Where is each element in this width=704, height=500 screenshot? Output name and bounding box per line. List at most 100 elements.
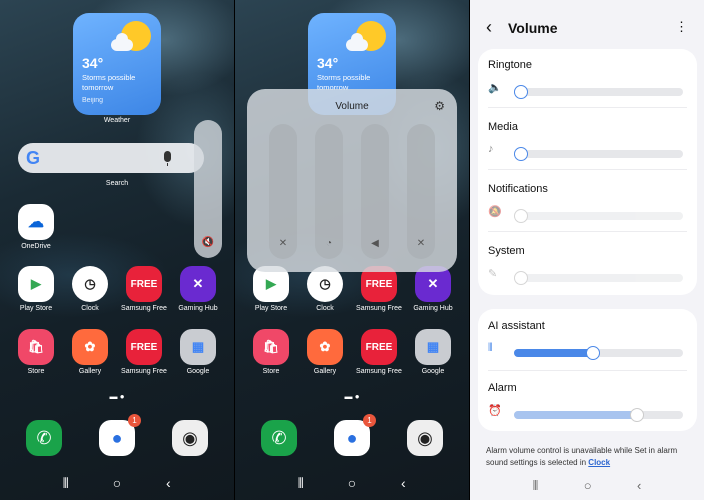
bell-off-icon: ◔	[325, 238, 333, 249]
ai-assistant-slider[interactable]	[514, 346, 683, 360]
messages-icon[interactable]: ● 1	[99, 414, 141, 456]
camera-icon[interactable]: ◉	[172, 420, 208, 456]
slider-fill	[514, 349, 594, 357]
cloud-icon	[346, 33, 368, 51]
slider-knob[interactable]	[514, 209, 528, 223]
notifications-row: Notifications 🔕	[488, 183, 687, 223]
gallery-flower-icon: ✿	[72, 329, 108, 365]
ai-assistant-row: AI assistant ⫴	[488, 320, 687, 360]
settings-navigation-bar: ⦀ ○ ‹	[470, 478, 704, 498]
app-play-store[interactable]: ▶ Play Store	[10, 266, 62, 312]
ringtone-row: Ringtone 🔈	[488, 59, 687, 99]
vibrate-icon: ✕	[278, 238, 288, 249]
weather-temp: 34°	[317, 55, 339, 71]
bell-off-icon: 🔕	[488, 206, 502, 218]
slider-knob[interactable]	[514, 85, 528, 99]
app-samsung-free[interactable]: FREE Samsung Free	[118, 266, 170, 312]
ringtone-slider[interactable]	[514, 85, 683, 99]
gear-icon[interactable]: ⚙	[434, 99, 445, 113]
app-samsung-free-2[interactable]: FREE Samsung Free	[353, 329, 405, 375]
volume-slider-ringtone[interactable]: ✕	[269, 124, 297, 259]
back-arrow-icon[interactable]: ‹	[486, 17, 492, 38]
app-gaming-hub[interactable]: ✕ Gaming Hub	[407, 266, 459, 312]
samsung-free-icon: FREE	[126, 266, 162, 302]
cloud-icon	[111, 33, 133, 51]
divider	[488, 169, 687, 170]
slider-knob[interactable]	[586, 346, 601, 360]
media-slider[interactable]	[514, 147, 683, 161]
app-clock[interactable]: ◷ Clock	[299, 266, 351, 312]
navigation-bar: ⦀ ○ ‹	[0, 475, 234, 495]
volume-settings-panel: ‹ Volume ⋮ Ringtone 🔈 Media ♪ Notificati…	[470, 0, 704, 500]
phone-icon[interactable]: ✆	[261, 420, 297, 456]
app-gallery[interactable]: ✿ Gallery	[299, 329, 351, 375]
google-folder-icon: ▦	[415, 329, 451, 365]
home-icon[interactable]: ○	[107, 475, 127, 495]
clock-link[interactable]: Clock	[588, 458, 610, 467]
page-indicator: ▬ ●	[344, 392, 360, 401]
back-icon[interactable]: ‹	[637, 478, 641, 498]
notifications-slider[interactable]	[514, 209, 683, 223]
mic-icon[interactable]	[164, 151, 171, 166]
phone-icon[interactable]: ✆	[26, 420, 62, 456]
app-google-folder[interactable]: ▦ Google	[407, 329, 459, 375]
back-icon[interactable]: ‹	[158, 475, 178, 495]
volume-slider-vertical[interactable]: ⋯ 🔇	[194, 120, 222, 258]
alarm-clock-icon: ⏰	[488, 405, 502, 417]
app-gaming-hub[interactable]: ✕ Gaming Hub	[172, 266, 224, 312]
volume-slider-notifications[interactable]: ◔	[315, 124, 343, 259]
app-store[interactable]: 🛍 Store	[245, 329, 297, 375]
app-google-folder[interactable]: ▦ Google	[172, 329, 224, 375]
search-bar[interactable]: G	[18, 143, 204, 173]
app-play-store[interactable]: ▶ Play Store	[245, 266, 297, 312]
vibrate-icon: 🔈	[488, 82, 502, 94]
app-store[interactable]: 🛍 Store	[10, 329, 62, 375]
back-icon[interactable]: ‹	[393, 475, 413, 495]
recents-icon[interactable]: ⦀	[533, 478, 539, 498]
slider-knob[interactable]	[514, 271, 528, 285]
mute-icon[interactable]: 🔇	[194, 237, 222, 248]
ai-assistant-label: AI assistant	[488, 320, 545, 332]
speaker-mute-icon: ◀	[371, 238, 379, 249]
weather-city: Beijing	[82, 97, 104, 104]
app-samsung-free[interactable]: FREE Samsung Free	[353, 266, 405, 312]
notifications-label: Notifications	[488, 183, 548, 195]
page-indicator: ▬ ●	[109, 392, 125, 401]
slider-knob[interactable]	[514, 147, 528, 161]
slider-fill	[514, 411, 638, 419]
volume-slider-system[interactable]: ✕	[407, 124, 435, 259]
alarm-info-note: Alarm volume control is unavailable whil…	[486, 446, 678, 467]
volume-slider-media[interactable]: ◀	[361, 124, 389, 259]
app-clock[interactable]: ◷ Clock	[64, 266, 116, 312]
notification-badge: 1	[363, 414, 376, 427]
divider	[488, 107, 687, 108]
system-slider[interactable]	[514, 271, 683, 285]
app-gallery[interactable]: ✿ Gallery	[64, 329, 116, 375]
assistant-alarm-card: AI assistant ⫴ Alarm ⏰	[478, 309, 697, 431]
app-onedrive[interactable]: ☁ OneDrive	[10, 204, 62, 250]
home-icon[interactable]: ○	[584, 478, 592, 498]
alarm-label: Alarm	[488, 382, 517, 394]
mute-icon: ✕	[416, 238, 426, 249]
google-folder-icon: ▦	[180, 329, 216, 365]
more-options-icon[interactable]: ⋮	[675, 19, 688, 35]
alarm-slider	[514, 408, 683, 422]
home-icon[interactable]: ○	[342, 475, 362, 495]
samsung-free-icon: FREE	[361, 329, 397, 365]
waveform-icon: ⫴	[488, 342, 493, 354]
messages-icon[interactable]: ● 1	[334, 414, 376, 456]
notification-badge: 1	[128, 414, 141, 427]
sound-sliders-card: Ringtone 🔈 Media ♪ Notifications 🔕 Syste…	[478, 49, 697, 295]
recents-icon[interactable]: ⦀	[291, 475, 311, 495]
weather-label: Weather	[103, 117, 131, 124]
navigation-bar: ⦀ ○ ‹	[235, 475, 469, 495]
camera-icon[interactable]: ◉	[407, 420, 443, 456]
samsung-free-icon: FREE	[126, 329, 162, 365]
alarm-row: Alarm ⏰	[488, 382, 687, 422]
app-samsung-free-2[interactable]: FREE Samsung Free	[118, 329, 170, 375]
system-row: System ✎	[488, 245, 687, 285]
volume-popup-panel: 34° Storms possible tomorrow ▶ Play Stor…	[235, 0, 469, 500]
weather-widget[interactable]: 34° Storms possible tomorrow Beijing	[73, 13, 161, 115]
home-screen-panel: 34° Storms possible tomorrow Beijing Wea…	[0, 0, 234, 500]
recents-icon[interactable]: ⦀	[56, 475, 76, 495]
